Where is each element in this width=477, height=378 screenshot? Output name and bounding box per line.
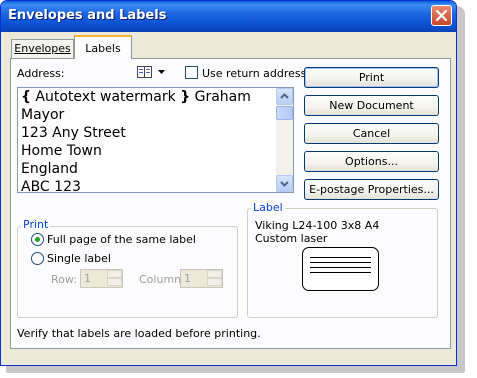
label-product-name: Viking L24-100 3x8 A4 (255, 219, 380, 232)
address-line-6: ABC 123 (21, 179, 81, 193)
address-label: Address: (17, 67, 65, 80)
address-book-icon[interactable] (137, 66, 152, 78)
new-document-button[interactable]: New Document (304, 95, 439, 116)
use-return-address-checkbox[interactable] (185, 66, 198, 79)
preview-line (310, 262, 371, 263)
footer-note: Verify that labels are loaded before pri… (17, 327, 261, 340)
row-spinner-arrows[interactable] (107, 270, 122, 287)
column-value: 1 (184, 272, 191, 285)
use-return-address-label: Use return address (202, 67, 307, 80)
scroll-up-button[interactable] (276, 88, 293, 105)
column-up-arrow[interactable] (207, 270, 222, 278)
scroll-down-button[interactable] (276, 175, 293, 192)
epostage-button-label: E-postage Properties... (309, 183, 434, 196)
close-icon (435, 9, 448, 22)
address-line-1: { Autotext watermark } Graham (21, 89, 251, 105)
print-button[interactable]: Print (304, 67, 439, 88)
preview-line (310, 272, 371, 273)
row-up-arrow[interactable] (107, 270, 122, 278)
tab-labels-label: Labels (85, 42, 121, 55)
new-document-button-label: New Document (329, 99, 414, 112)
tab-envelopes-label: Envelopes (14, 42, 71, 55)
label-group-title: Label (251, 201, 285, 214)
tab-envelopes[interactable]: Envelopes (11, 39, 74, 58)
window-title: Envelopes and Labels (8, 8, 167, 23)
column-down-arrow[interactable] (207, 278, 222, 286)
row-label: Row: (51, 273, 77, 286)
close-button[interactable] (431, 5, 452, 26)
scroll-up-icon (280, 93, 289, 99)
print-button-label: Print (358, 71, 385, 84)
title-bar[interactable]: Envelopes and Labels (1, 1, 456, 32)
single-label-label: Single label (47, 252, 111, 265)
preview-line (310, 267, 371, 268)
address-lines: { Autotext watermark } Graham Mayor 123 … (21, 88, 251, 193)
cancel-button-label: Cancel (352, 127, 391, 140)
address-line-2: Mayor (21, 107, 65, 123)
column-spinner-arrows[interactable] (207, 270, 222, 287)
epostage-properties-button[interactable]: E-postage Properties... (304, 179, 439, 200)
full-page-radio[interactable] (31, 233, 44, 246)
radio-selected-dot (35, 237, 40, 242)
label-preview[interactable] (302, 247, 379, 291)
dropdown-arrow-icon[interactable] (158, 70, 165, 74)
cancel-button[interactable]: Cancel (304, 123, 439, 144)
row-down-arrow[interactable] (107, 278, 122, 286)
label-product-type: Custom laser (255, 232, 328, 245)
tab-labels[interactable]: Labels (74, 35, 132, 59)
address-line-3: 123 Any Street (21, 125, 126, 141)
scroll-down-icon (280, 181, 289, 187)
column-spinner[interactable]: 1 (180, 269, 223, 288)
print-group-title: Print (21, 218, 51, 231)
address-textarea[interactable]: { Autotext watermark } Graham Mayor 123 … (17, 87, 294, 193)
scroll-thumb[interactable] (276, 106, 293, 120)
address-line-5: England (21, 161, 78, 177)
row-value: 1 (84, 272, 91, 285)
autotext-field: Autotext watermark (35, 89, 176, 105)
options-button-label: Options... (345, 155, 398, 168)
row-spinner[interactable]: 1 (80, 269, 123, 288)
address-line-4: Home Town (21, 143, 102, 159)
single-label-radio[interactable] (31, 252, 44, 265)
full-page-label: Full page of the same label (47, 233, 196, 246)
column-label: Column: (139, 273, 185, 286)
options-button[interactable]: Options... (304, 151, 439, 172)
preview-line (310, 257, 371, 258)
address-scrollbar[interactable] (276, 88, 293, 192)
address-line-1-rest: Graham (194, 89, 251, 105)
